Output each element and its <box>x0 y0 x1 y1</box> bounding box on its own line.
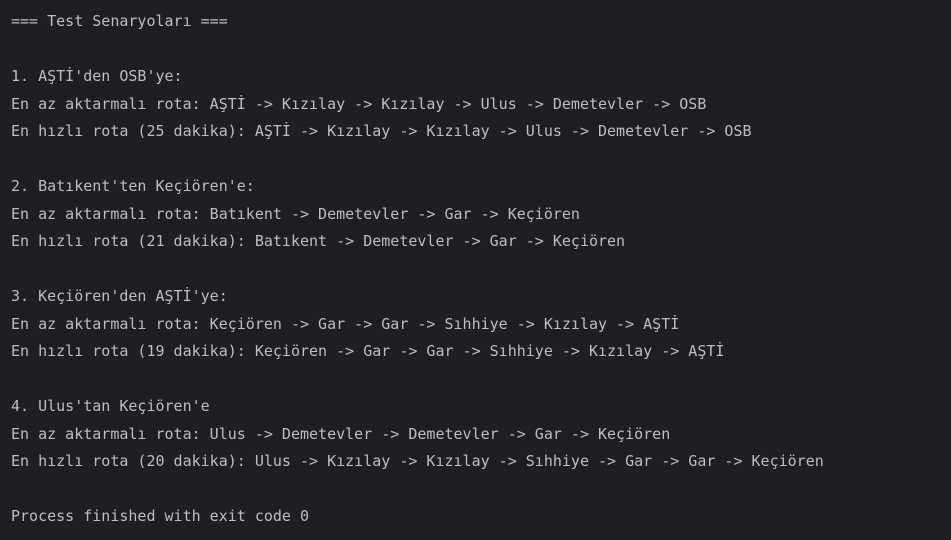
scenario-1-title: 1. AŞTİ'den OSB'ye: <box>11 67 183 85</box>
scenario-4-title: 4. Ulus'tan Keçiören'e <box>11 397 210 415</box>
scenario-3-min-transfer-route: En az aktarmalı rota: Keçiören -> Gar ->… <box>11 314 680 333</box>
scenario-3-title: 3. Keçiören'den AŞTİ'ye: <box>11 287 228 305</box>
scenario-3-fastest-route: En hızlı rota (19 dakika): Keçiören -> G… <box>11 342 725 360</box>
scenario-2-fastest-route: En hızlı rota (21 dakika): Batıkent -> D… <box>11 232 626 250</box>
scenario-2-title: 2. Batıkent'ten Keçiören'e: <box>11 177 255 195</box>
console-header: === Test Senaryoları === <box>11 12 228 30</box>
scenario-1-min-transfer-route: En az aktarmalı rota: AŞTİ -> Kızılay ->… <box>11 94 707 113</box>
scenario-4-min-transfer-route: En az aktarmalı rota: Ulus -> Demetevler… <box>11 424 671 443</box>
scenario-4-fastest-route: En hızlı rota (20 dakika): Ulus -> Kızıl… <box>11 452 824 470</box>
scenario-1-fastest-route: En hızlı rota (25 dakika): AŞTİ -> Kızıl… <box>11 122 752 140</box>
scenario-2-min-transfer-route: En az aktarmalı rota: Batıkent -> Demete… <box>11 204 580 223</box>
console-output[interactable]: === Test Senaryoları === 1. AŞTİ'den OSB… <box>0 0 951 540</box>
process-exit-message: Process finished with exit code 0 <box>11 507 310 525</box>
